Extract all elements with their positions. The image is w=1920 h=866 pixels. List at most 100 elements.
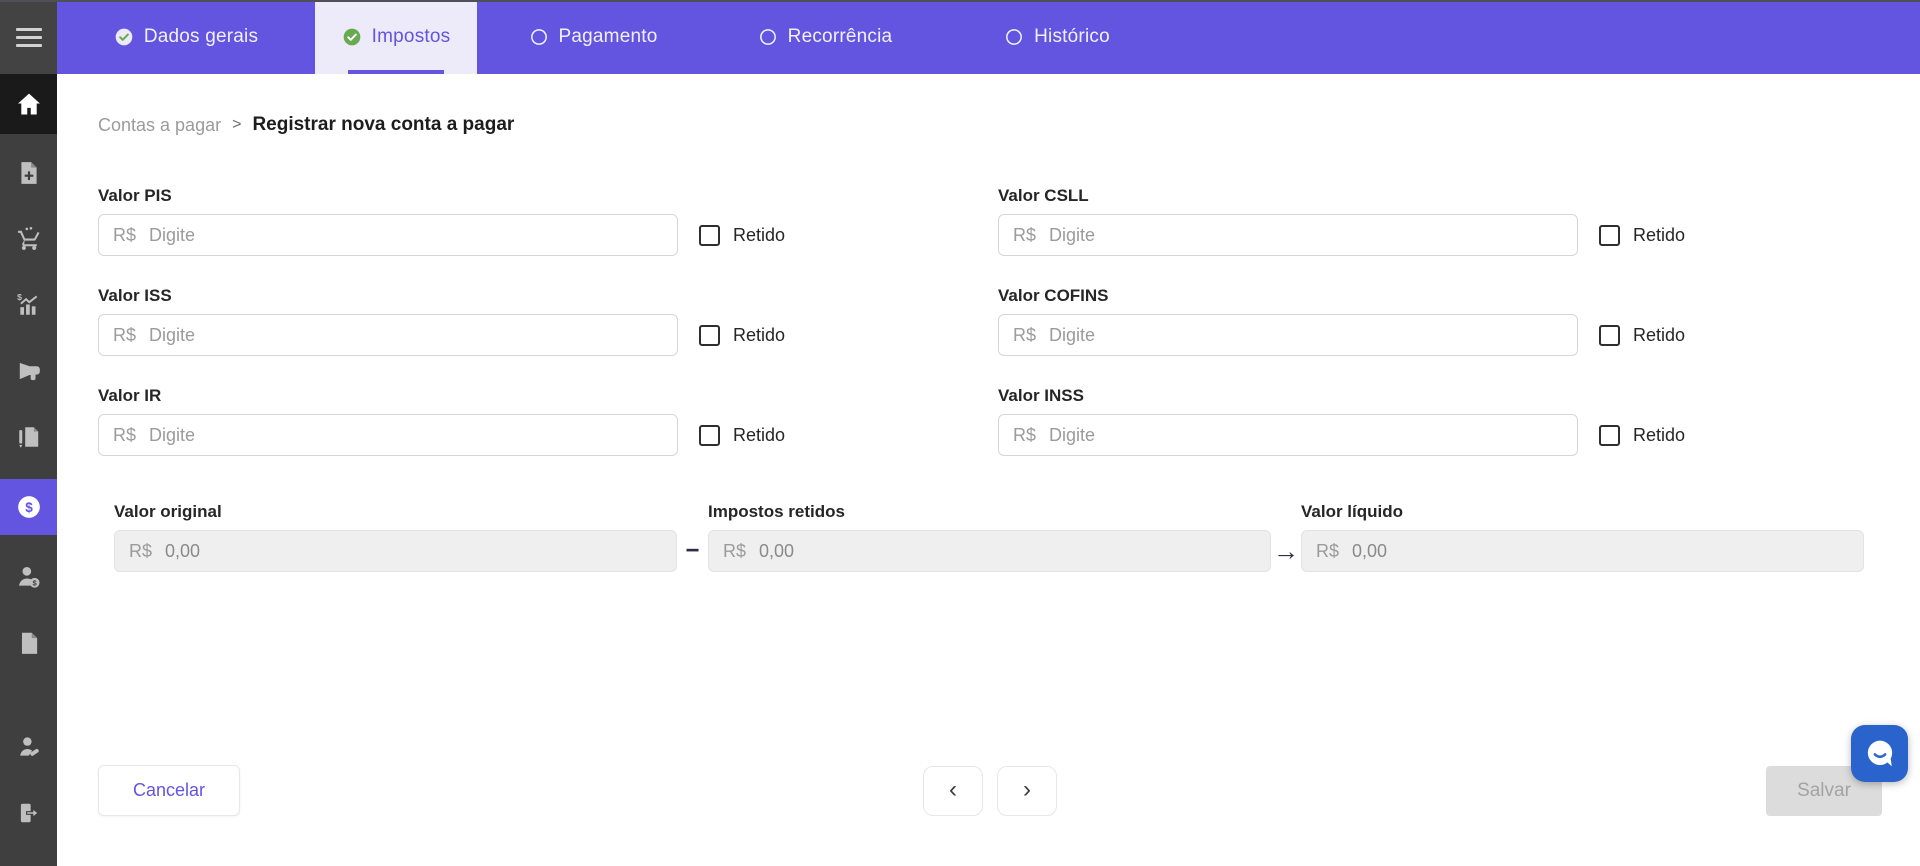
- sidebar-item-contracts[interactable]: [0, 413, 57, 461]
- hamburger-menu-button[interactable]: [0, 0, 57, 74]
- minus-operator: −: [677, 530, 708, 572]
- field-label: Valor PIS: [98, 186, 798, 206]
- step-pager: ‹ ›: [923, 766, 1057, 816]
- breadcrumb-parent-link[interactable]: Contas a pagar: [98, 115, 221, 136]
- megaphone-icon: [16, 358, 42, 384]
- tab-label: Histórico: [1034, 26, 1110, 48]
- sidebar-item-customer-finance[interactable]: $: [0, 553, 57, 601]
- currency-prefix: R$: [1013, 425, 1036, 446]
- tab-dados-gerais[interactable]: Dados gerais: [57, 0, 315, 74]
- field-label: Valor ISS: [98, 286, 798, 306]
- valor-inss-input[interactable]: [1047, 424, 1563, 447]
- sidebar-item-logout[interactable]: [0, 789, 57, 837]
- retido-cofins-checkbox[interactable]: [1599, 325, 1620, 346]
- valor-liquido-input: [1350, 540, 1849, 563]
- field-valor-iss: Valor ISS R$ Retido: [98, 286, 798, 356]
- tab-historico[interactable]: Histórico: [941, 0, 1173, 74]
- sidebar-item-support[interactable]: [0, 723, 57, 771]
- tab-label: Pagamento: [559, 26, 658, 48]
- retido-iss-checkbox[interactable]: [699, 325, 720, 346]
- cancel-button[interactable]: Cancelar: [98, 765, 240, 816]
- hamburger-icon: [16, 28, 42, 31]
- svg-text:$: $: [25, 500, 33, 515]
- sidebar-item-sales-report[interactable]: $: [0, 281, 57, 329]
- currency-prefix: R$: [113, 325, 136, 346]
- field-valor-cofins: Valor COFINS R$ Retido: [998, 286, 1698, 356]
- currency-prefix: R$: [723, 541, 746, 562]
- home-icon: [15, 90, 43, 118]
- retido-option[interactable]: Retido: [699, 225, 785, 246]
- currency-prefix: R$: [113, 225, 136, 246]
- arrow-operator: →: [1271, 530, 1301, 572]
- retido-inss-checkbox[interactable]: [1599, 425, 1620, 446]
- retido-label: Retido: [1633, 225, 1685, 246]
- valor-pis-input[interactable]: [147, 224, 663, 247]
- sales-chart-icon: $: [16, 292, 42, 318]
- footer-actions: Cancelar ‹ › Salvar: [98, 765, 1882, 816]
- field-valor-ir: Valor IR R$ Retido: [98, 386, 798, 456]
- check-circle-icon: [342, 27, 362, 47]
- prev-step-button[interactable]: ‹: [923, 766, 983, 816]
- logout-icon: [16, 800, 42, 826]
- sidebar-item-documents[interactable]: [0, 619, 57, 667]
- tab-impostos[interactable]: Impostos: [315, 0, 477, 74]
- sidebar-item-finance[interactable]: $: [0, 479, 57, 535]
- summary-label: Valor original: [114, 502, 677, 522]
- next-step-button[interactable]: ›: [997, 766, 1057, 816]
- tab-label: Recorrência: [788, 26, 893, 48]
- tab-pagamento[interactable]: Pagamento: [477, 0, 709, 74]
- radio-circle-icon: [758, 27, 778, 47]
- retido-pis-checkbox[interactable]: [699, 225, 720, 246]
- field-label: Valor CSLL: [998, 186, 1698, 206]
- valor-liquido-block: Valor líquido R$: [1301, 502, 1864, 572]
- currency-prefix: R$: [129, 541, 152, 562]
- sidebar-item-purchases[interactable]: [0, 215, 57, 263]
- retido-label: Retido: [733, 225, 785, 246]
- field-label: Valor IR: [98, 386, 798, 406]
- tab-label: Impostos: [372, 26, 451, 48]
- retido-option[interactable]: Retido: [1599, 325, 1685, 346]
- chat-widget-button[interactable]: [1851, 725, 1908, 782]
- summary-label: Valor líquido: [1301, 502, 1864, 522]
- valor-csll-input[interactable]: [1047, 224, 1563, 247]
- valor-iss-input[interactable]: [147, 324, 663, 347]
- cart-icon: [16, 226, 42, 252]
- sidebar-item-marketing[interactable]: [0, 347, 57, 395]
- breadcrumb-separator: >: [232, 116, 241, 134]
- sidebar-item-home[interactable]: [0, 74, 57, 134]
- field-valor-inss: Valor INSS R$ Retido: [998, 386, 1698, 456]
- retido-label: Retido: [733, 425, 785, 446]
- wizard-tab-bar: Dados gerais Impostos Pagamento Recorrên…: [57, 0, 1920, 74]
- retido-csll-checkbox[interactable]: [1599, 225, 1620, 246]
- person-dollar-icon: $: [16, 564, 42, 590]
- radio-circle-icon: [529, 27, 549, 47]
- radio-circle-icon: [1004, 27, 1024, 47]
- valor-pis-input-wrap: R$: [98, 214, 678, 256]
- retido-option[interactable]: Retido: [1599, 225, 1685, 246]
- sidebar-item-new-document[interactable]: [0, 149, 57, 197]
- retido-option[interactable]: Retido: [699, 425, 785, 446]
- chat-bubble-icon: [1860, 734, 1900, 774]
- field-valor-csll: Valor CSLL R$ Retido: [998, 186, 1698, 256]
- valor-cofins-input-wrap: R$: [998, 314, 1578, 356]
- window-top-edge: [0, 0, 1920, 2]
- main-content: Contas a pagar > Registrar nova conta a …: [57, 74, 1920, 866]
- totals-row: Valor original R$ − Impostos retidos R$ …: [114, 502, 1920, 572]
- tab-recorrencia[interactable]: Recorrência: [709, 0, 941, 74]
- valor-csll-input-wrap: R$: [998, 214, 1578, 256]
- retido-option[interactable]: Retido: [699, 325, 785, 346]
- impostos-retidos-input: [757, 540, 1256, 563]
- page-title: Registrar nova conta a pagar: [252, 114, 514, 136]
- valor-cofins-input[interactable]: [1047, 324, 1563, 347]
- field-valor-pis: Valor PIS R$ Retido: [98, 186, 798, 256]
- retido-option[interactable]: Retido: [1599, 425, 1685, 446]
- valor-inss-input-wrap: R$: [998, 414, 1578, 456]
- svg-text:$: $: [17, 292, 22, 302]
- tab-label: Dados gerais: [144, 26, 258, 48]
- document-icon: [16, 630, 42, 656]
- retido-ir-checkbox[interactable]: [699, 425, 720, 446]
- valor-ir-input[interactable]: [147, 424, 663, 447]
- valor-ir-input-wrap: R$: [98, 414, 678, 456]
- file-plus-icon: [16, 160, 42, 186]
- valor-iss-input-wrap: R$: [98, 314, 678, 356]
